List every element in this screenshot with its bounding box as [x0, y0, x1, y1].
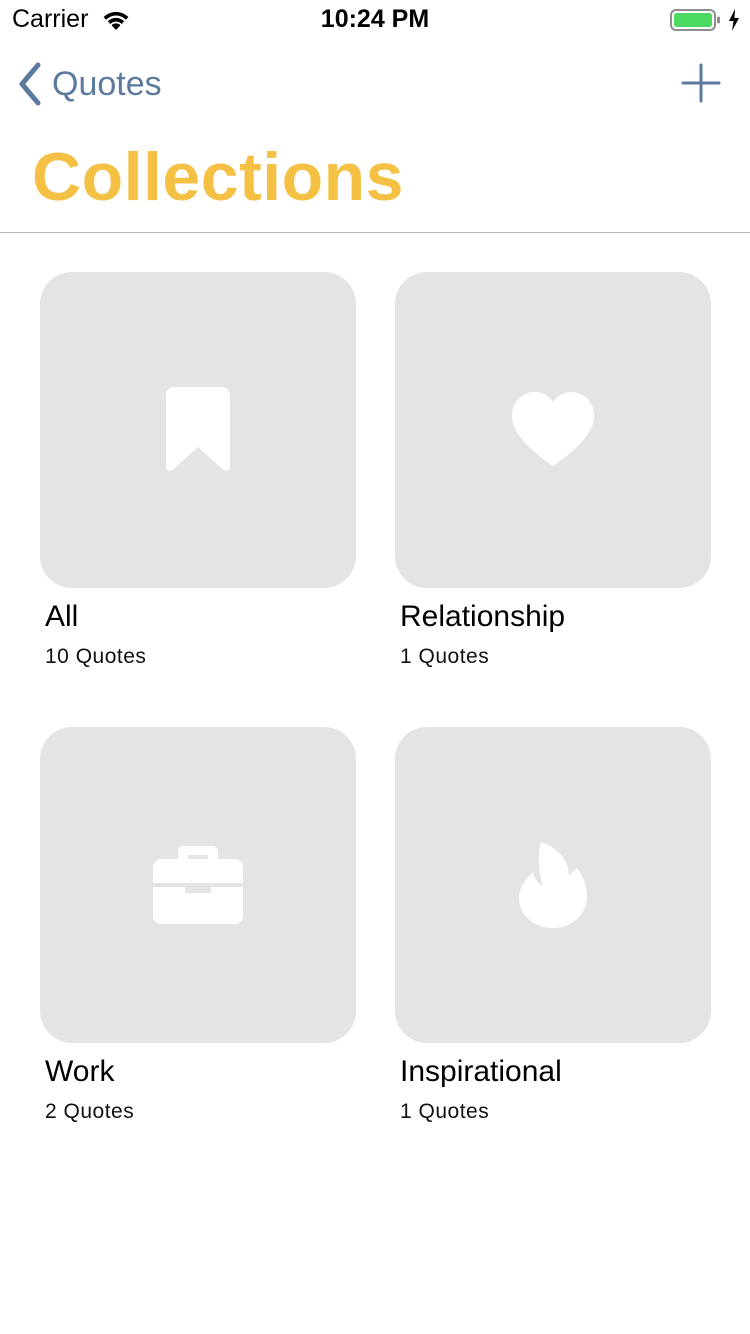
collection-count: 10 Quotes	[45, 645, 147, 668]
plus-icon[interactable]	[680, 62, 722, 104]
collection-count: 1 Quotes	[400, 1100, 490, 1123]
collection-name: Relationship	[400, 600, 566, 633]
briefcase-icon	[153, 846, 243, 924]
collection-count: 1 Quotes	[400, 645, 490, 668]
navigation-bar: Quotes	[0, 40, 750, 128]
page-title: Collections	[32, 139, 404, 215]
collection-tile[interactable]	[40, 272, 356, 588]
collection-tile[interactable]	[395, 727, 711, 1043]
collections-screen: Carrier 10:24 PM Quotes Collections All …	[0, 0, 750, 1334]
collection-card-all[interactable]: All 10 Quotes	[40, 272, 356, 669]
back-button[interactable]: Quotes	[14, 58, 162, 110]
back-button-label: Quotes	[52, 64, 162, 103]
collection-name: Work	[45, 1055, 115, 1088]
collection-count: 2 Quotes	[45, 1100, 135, 1123]
heart-icon	[512, 392, 594, 466]
collection-name: All	[45, 600, 79, 633]
status-time: 10:24 PM	[320, 5, 430, 33]
bookmark-icon	[166, 387, 230, 471]
collection-tile[interactable]	[395, 272, 711, 588]
title-divider	[0, 232, 750, 233]
collection-card-inspirational[interactable]: Inspirational 1 Quotes	[395, 727, 711, 1124]
battery-icon	[670, 9, 720, 31]
charging-icon	[729, 9, 739, 31]
flame-icon	[519, 842, 587, 928]
chevron-left-icon	[19, 62, 41, 106]
collection-card-relationship[interactable]: Relationship 1 Quotes	[395, 272, 711, 669]
collection-card-work[interactable]: Work 2 Quotes	[40, 727, 356, 1124]
collection-name: Inspirational	[400, 1055, 562, 1088]
collection-tile[interactable]	[40, 727, 356, 1043]
status-bar: Carrier 10:24 PM	[0, 0, 750, 40]
